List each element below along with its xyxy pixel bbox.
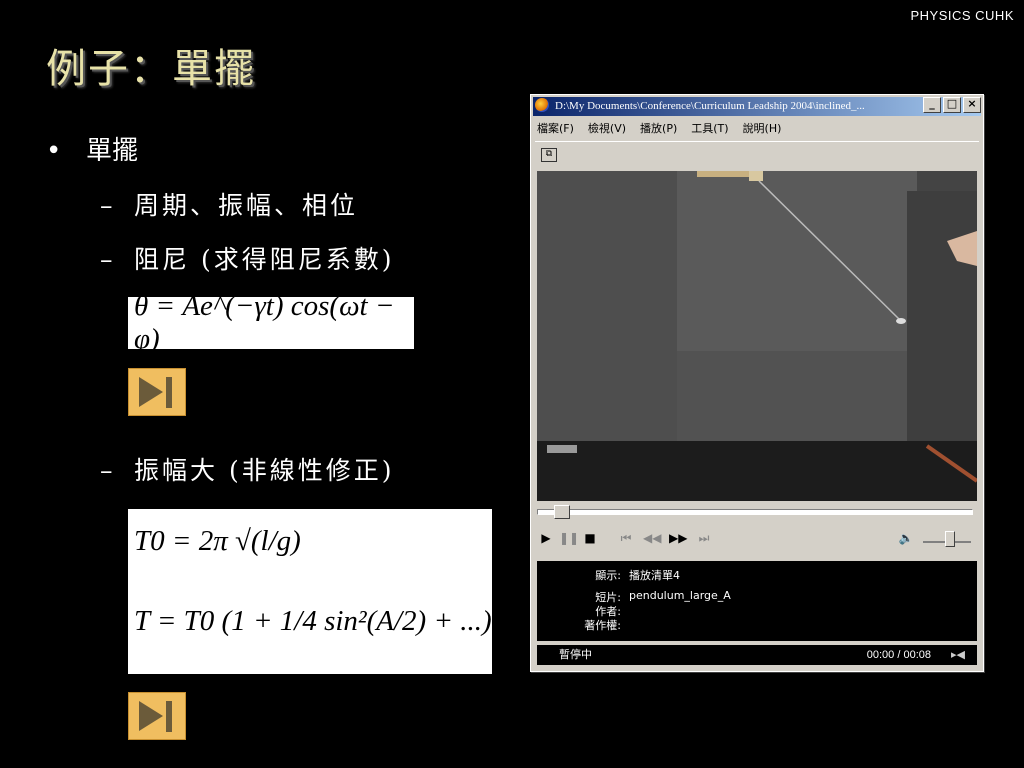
close-icon[interactable]: × [963, 97, 981, 113]
period-equations: T0 = 2π √(l/g) T = T0 (1 + 1/4 sin²(A/2)… [128, 509, 492, 674]
transport-controls: ▶ ❚❚ ■ ⏮ ◀◀ ▶▶ ⏭ 🔈 [537, 527, 977, 551]
minimize-icon[interactable]: _ [923, 97, 941, 113]
skip-forward-icon[interactable]: ⏭ [695, 529, 713, 547]
table-object [547, 445, 577, 453]
window-title: D:\My Documents\Conference\Curriculum Le… [533, 97, 981, 116]
bullet-item: • 單擺 [46, 130, 138, 167]
volume-thumb[interactable] [945, 531, 955, 547]
video-content [537, 171, 977, 501]
equation-period-large: T = T0 (1 + 1/4 sin²(A/2) + ...) [134, 605, 492, 637]
speaker-icon[interactable]: 🔈 [897, 529, 915, 547]
pivot-bar [697, 171, 757, 177]
time-readout: 00:00 / 00:08 [866, 649, 931, 661]
stop-icon[interactable]: ■ [581, 529, 599, 547]
equation-period-small: T0 = 2π √(l/g) [134, 525, 301, 557]
window-controls: _ □ × [921, 97, 981, 113]
copyright-label: 著作權: [584, 619, 621, 632]
sub-bullet-large-amplitude: – 振幅大 (非線性修正) [100, 451, 394, 487]
sub-marker: – [100, 245, 116, 274]
pendulum-bob [896, 318, 906, 324]
end-bar-icon [166, 377, 172, 408]
pivot-clamp [749, 171, 763, 181]
menu-view[interactable]: 檢視(V) [588, 120, 626, 136]
seek-track[interactable] [537, 509, 973, 515]
menu-bar: 檔案(F) 檢視(V) 播放(P) 工具(T) 說明(H) [537, 120, 781, 136]
seek-thumb[interactable] [554, 505, 570, 519]
paper-panel-right [907, 191, 977, 441]
bullet-marker: • [46, 136, 62, 166]
seek-bar[interactable] [537, 503, 973, 519]
sub-bullet-damping: – 阻尼 (求得阻尼系數) [100, 240, 394, 276]
player-toolbar: ⧉ [535, 141, 979, 168]
bullet-text: 單擺 [86, 136, 139, 166]
sub-marker: – [100, 191, 116, 220]
show-label: 顯示: [595, 569, 621, 582]
table-surface [537, 441, 977, 501]
clip-info-panel: 顯示: 播放清單4 短片: pendulum_large_A 作者: 著作權: [537, 561, 977, 641]
sub-marker: – [100, 456, 116, 485]
play-icon [139, 377, 163, 407]
menu-play[interactable]: 播放(P) [640, 120, 677, 136]
media-player-icon [535, 98, 549, 112]
menu-file[interactable]: 檔案(F) [537, 120, 574, 136]
video-frame[interactable] [537, 171, 977, 501]
play-video-button-amplitude[interactable] [128, 692, 186, 740]
menu-help[interactable]: 說明(H) [743, 120, 782, 136]
status-bar: 暫停中 00:00 / 00:08 ▸◀ [537, 645, 977, 665]
rewind-icon[interactable]: ◀◀ [643, 529, 661, 547]
sub-text: 振幅大 (非線性修正) [134, 456, 395, 485]
sub-bullet-period: – 周期、振幅、相位 [100, 186, 358, 222]
paper-panel-left [537, 171, 687, 441]
play-icon[interactable]: ▶ [537, 529, 555, 547]
slide-title: 例子：單擺 [46, 46, 256, 92]
mini-mode-icon[interactable]: ▸◀ [951, 645, 965, 665]
switch-view-icon[interactable]: ⧉ [541, 148, 557, 162]
skip-back-icon[interactable]: ⏮ [617, 529, 635, 547]
damped-equation: θ = Ae^(−γt) cos(ωt − φ) [128, 290, 414, 355]
fast-forward-icon[interactable]: ▶▶ [669, 529, 687, 547]
sub-text: 阻尼 (求得阻尼系數) [134, 245, 395, 274]
media-player-window[interactable]: D:\My Documents\Conference\Curriculum Le… [530, 94, 984, 672]
status-text: 暫停中 [559, 648, 592, 661]
menu-tools[interactable]: 工具(T) [691, 120, 728, 136]
sub-text: 周期、振幅、相位 [134, 191, 359, 220]
paper-panel-lower [677, 351, 917, 451]
volume-slider[interactable] [923, 531, 971, 547]
maximize-icon[interactable]: □ [943, 97, 961, 113]
clip-value: pendulum_large_A [629, 589, 731, 602]
pause-icon[interactable]: ❚❚ [559, 529, 579, 547]
play-video-button-damping[interactable] [128, 368, 186, 416]
play-icon [139, 701, 163, 731]
paper-panel-center [677, 171, 917, 351]
show-value: 播放清單4 [629, 569, 680, 582]
equation-text: θ = Ae^(−γt) cos(ωt − φ) [134, 290, 395, 355]
header-label: PHYSICS CUHK [910, 8, 1014, 23]
end-bar-icon [166, 701, 172, 732]
